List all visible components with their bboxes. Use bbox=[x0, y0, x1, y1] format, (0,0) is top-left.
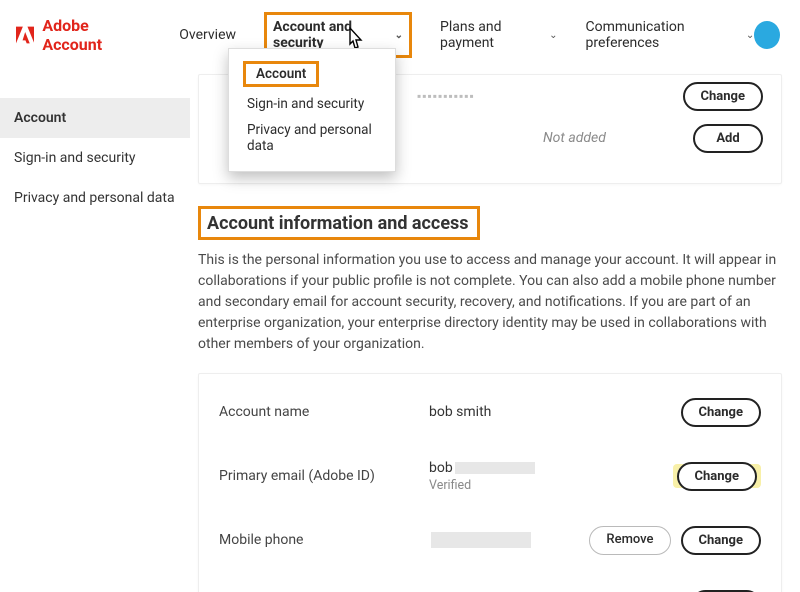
row-mobile-phone: Mobile phone Remove Change bbox=[219, 508, 761, 572]
sidebar-item-signin-security[interactable]: Sign-in and security bbox=[0, 138, 190, 178]
redacted-text bbox=[455, 462, 535, 474]
chevron-down-icon: ⌄ bbox=[395, 30, 403, 41]
nav-plans-payment[interactable]: Plans and payment ⌄ bbox=[440, 19, 557, 51]
change-primary-email-button[interactable]: Change bbox=[677, 462, 757, 491]
highlight-change-email: Change bbox=[673, 464, 761, 488]
primary-email-label: Primary email (Adobe ID) bbox=[219, 468, 429, 484]
account-security-dropdown: Account Sign-in and security Privacy and… bbox=[228, 48, 396, 172]
masked-value: ▪▪▪▪▪▪▪▪▪▪▪ bbox=[417, 89, 475, 103]
account-name-label: Account name bbox=[219, 404, 429, 420]
sidebar: Account Sign-in and security Privacy and… bbox=[0, 68, 190, 592]
not-added-text: Not added bbox=[543, 130, 606, 146]
brand[interactable]: Adobe Account bbox=[16, 16, 143, 54]
row-secondary-email: Secondary email Not provided Add bbox=[219, 572, 761, 592]
remove-mobile-button[interactable]: Remove bbox=[589, 526, 670, 555]
account-name-value: bob smith bbox=[429, 404, 491, 420]
row-account-name: Account name bob smith Change bbox=[219, 380, 761, 444]
row-primary-email: Primary email (Adobe ID) bob Verified Ch… bbox=[219, 444, 761, 508]
primary-email-value: bob bbox=[429, 460, 535, 476]
change-button[interactable]: Change bbox=[683, 82, 763, 111]
sidebar-item-privacy[interactable]: Privacy and personal data bbox=[0, 178, 190, 218]
sidebar-item-account[interactable]: Account bbox=[0, 98, 190, 138]
mobile-phone-label: Mobile phone bbox=[219, 532, 429, 548]
section-title: Account information and access bbox=[198, 206, 480, 240]
brand-name: Adobe Account bbox=[42, 16, 143, 54]
chevron-down-icon: ⌄ bbox=[746, 30, 754, 41]
adobe-logo-icon bbox=[16, 26, 34, 44]
section-description: This is the personal information you use… bbox=[198, 250, 778, 355]
header: Adobe Account Overview Account and secur… bbox=[0, 0, 800, 68]
avatar[interactable] bbox=[754, 21, 780, 49]
dropdown-item-account[interactable]: Account bbox=[243, 61, 319, 87]
add-button[interactable]: Add bbox=[693, 124, 763, 153]
change-mobile-button[interactable]: Change bbox=[681, 526, 761, 555]
change-account-name-button[interactable]: Change bbox=[681, 398, 761, 427]
nav-communication-preferences[interactable]: Communication preferences ⌄ bbox=[585, 19, 754, 51]
chevron-down-icon: ⌄ bbox=[549, 30, 557, 41]
redacted-text bbox=[431, 532, 531, 548]
dropdown-item-signin-security[interactable]: Sign-in and security bbox=[243, 91, 381, 117]
section-header: Account information and access bbox=[198, 206, 782, 240]
account-info-card: Account name bob smith Change Primary em… bbox=[198, 373, 782, 592]
nav-overview[interactable]: Overview bbox=[179, 27, 236, 43]
verified-status: Verified bbox=[429, 478, 535, 493]
dropdown-item-privacy-personal-data[interactable]: Privacy and personal data bbox=[243, 117, 381, 159]
mobile-phone-value bbox=[429, 532, 531, 548]
nav-account-security-label: Account and security bbox=[273, 19, 391, 51]
